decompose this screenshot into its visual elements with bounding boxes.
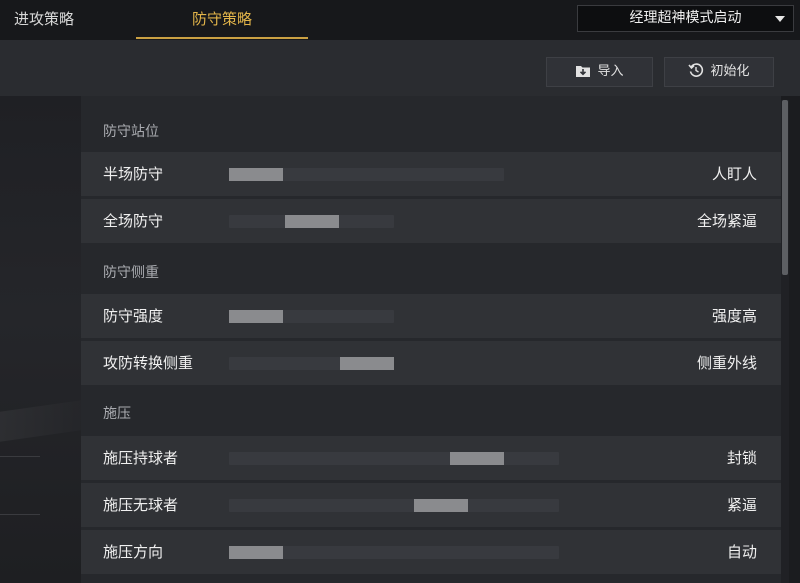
section-title-pressure: 施压 [103, 406, 131, 422]
setting-label: 全场防守 [103, 212, 164, 230]
setting-label: 施压无球者 [103, 496, 179, 514]
slider-knob[interactable] [229, 168, 283, 181]
setting-row[interactable]: 施压无球者 紧逼 [81, 483, 781, 527]
slider-track[interactable] [229, 452, 559, 465]
tab-bar: 进攻策略 防守策略 经理超神模式启动 [0, 0, 800, 40]
setting-row[interactable]: 攻防转换侧重 侧重外线 [81, 341, 781, 385]
mode-dropdown[interactable]: 经理超神模式启动 [577, 5, 794, 32]
divider [0, 514, 40, 515]
section-title-defense-position: 防守站位 [103, 124, 159, 140]
setting-label: 防守强度 [103, 307, 164, 325]
setting-row[interactable]: 半场防守 人盯人 [81, 152, 781, 196]
slider-track[interactable] [229, 310, 394, 323]
background-panel [0, 96, 81, 583]
slider-knob[interactable] [449, 452, 504, 465]
slider-track[interactable] [229, 499, 559, 512]
toolbar: 导入 初始化 [0, 40, 800, 96]
reset-button[interactable]: 初始化 [664, 57, 774, 87]
setting-value: 侧重外线 [696, 354, 757, 372]
slider-track[interactable] [229, 546, 559, 559]
slider-knob[interactable] [413, 499, 468, 512]
slider-track[interactable] [229, 215, 394, 228]
divider [0, 456, 40, 457]
slider-knob[interactable] [340, 357, 394, 370]
setting-value: 人盯人 [711, 165, 757, 183]
scrollbar[interactable] [781, 100, 789, 583]
setting-row[interactable]: 防守强度 强度高 [81, 294, 781, 338]
slider-knob[interactable] [284, 215, 339, 228]
setting-row[interactable]: 施压持球者 封锁 [81, 436, 781, 480]
scrollbar-thumb[interactable] [782, 100, 788, 275]
settings-list: 防守站位 半场防守 人盯人 全场防守 全场紧逼 防守侧重 防守强度 强度高 攻防… [81, 96, 781, 583]
section-title-defense-focus: 防守侧重 [103, 265, 159, 281]
setting-label: 施压方向 [103, 543, 164, 561]
import-label: 导入 [597, 64, 624, 79]
mode-dropdown-value: 经理超神模式启动 [629, 10, 742, 26]
setting-label: 施压持球者 [103, 449, 179, 467]
setting-row[interactable]: 全场防守 全场紧逼 [81, 199, 781, 243]
chevron-down-icon [775, 16, 785, 22]
setting-value: 强度高 [711, 307, 757, 325]
slider-track[interactable] [229, 357, 394, 370]
import-button[interactable]: 导入 [546, 57, 653, 87]
slider-track[interactable] [229, 168, 504, 181]
setting-value: 封锁 [726, 449, 757, 467]
reset-icon [688, 63, 704, 77]
background-streak [0, 400, 81, 442]
setting-label: 半场防守 [103, 165, 164, 183]
setting-row[interactable]: 施压方向 自动 [81, 530, 781, 574]
setting-value: 自动 [726, 543, 757, 561]
slider-knob[interactable] [229, 310, 283, 323]
import-icon [576, 66, 591, 77]
reset-label: 初始化 [710, 64, 750, 79]
tab-offense-strategy[interactable]: 进攻策略 [14, 0, 74, 40]
setting-value: 全场紧逼 [696, 212, 757, 230]
slider-knob[interactable] [229, 546, 283, 559]
setting-value: 紧逼 [726, 496, 757, 514]
setting-label: 攻防转换侧重 [103, 354, 194, 372]
tab-defense-strategy[interactable]: 防守策略 [136, 0, 308, 40]
